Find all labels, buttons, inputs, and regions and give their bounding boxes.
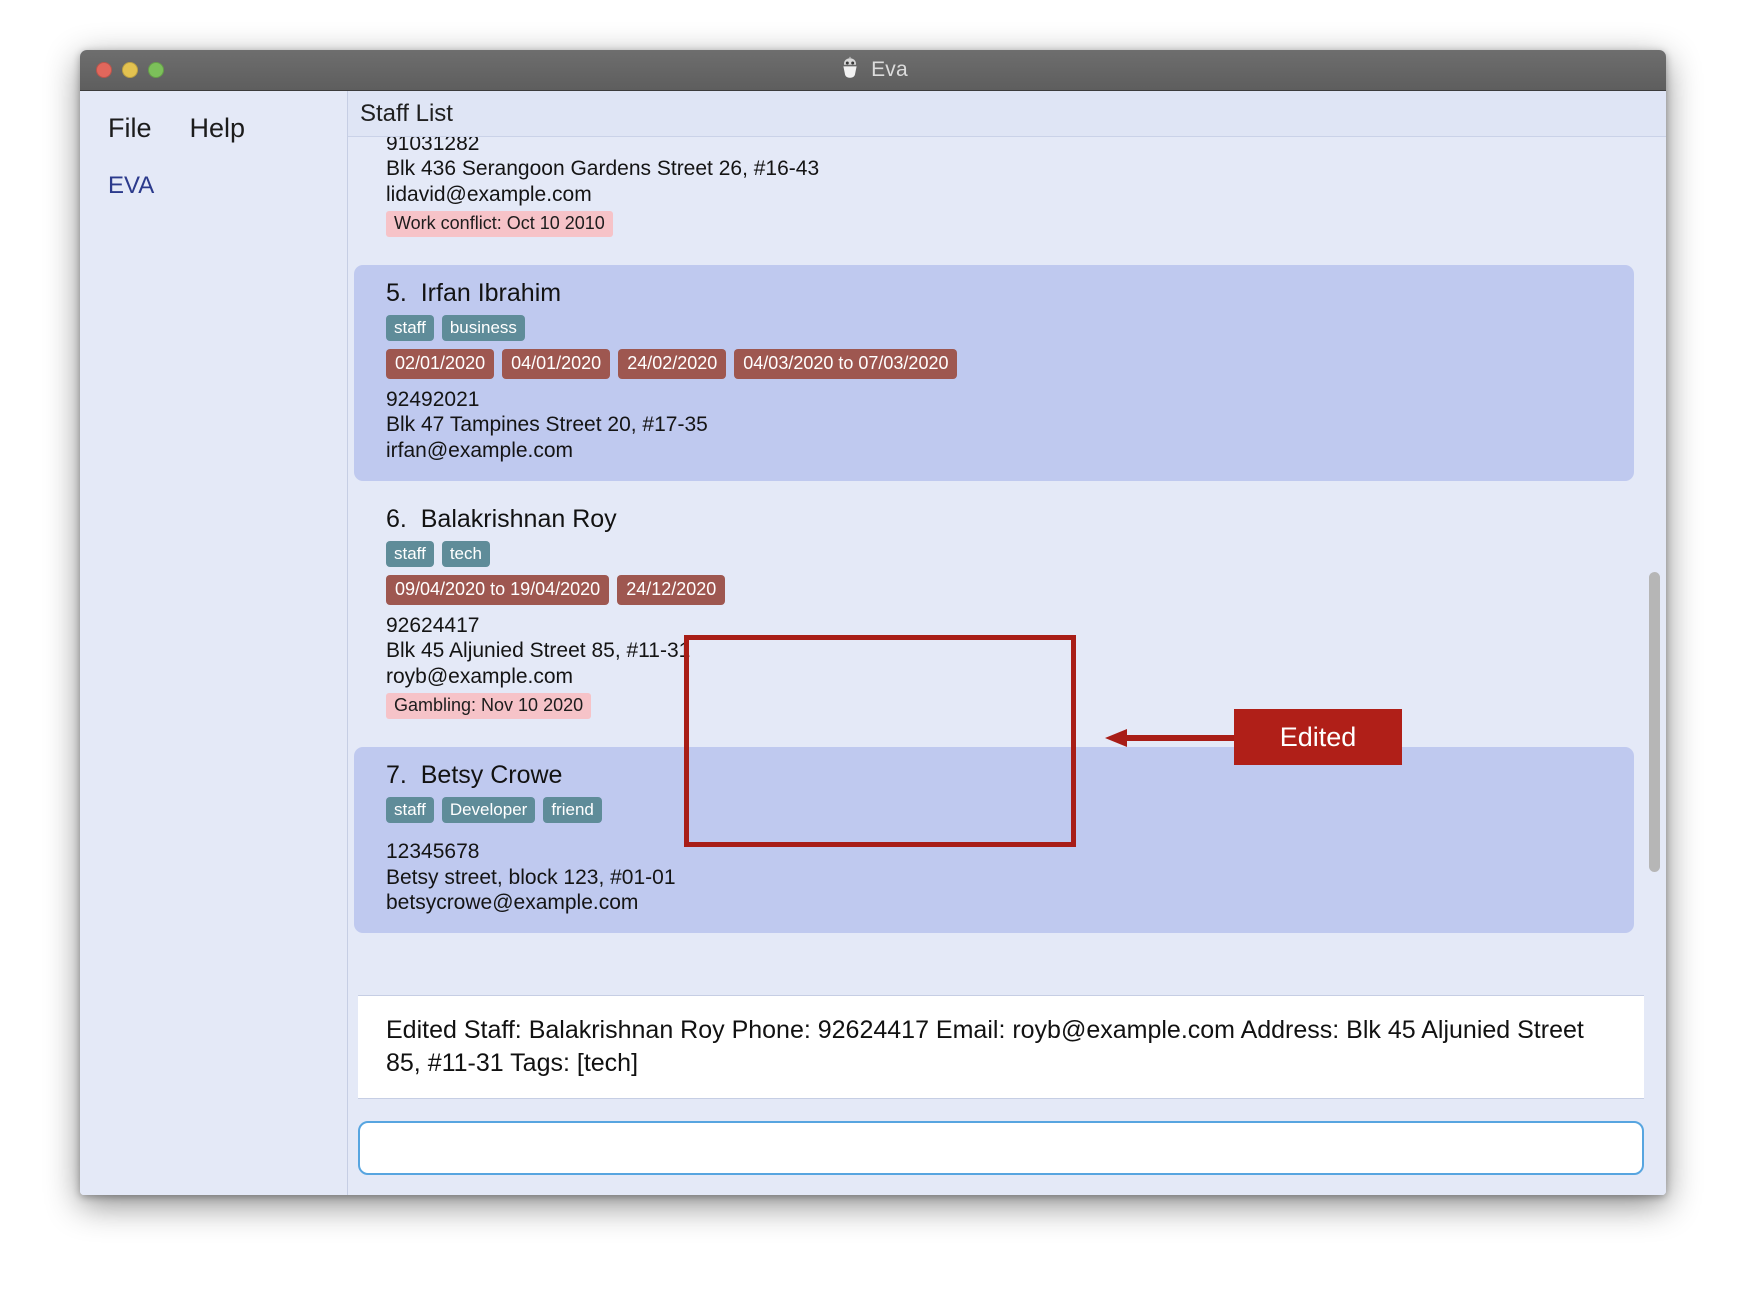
robot-icon xyxy=(838,56,862,85)
staff-card-title: 6. Balakrishnan Roy xyxy=(386,504,617,533)
staff-warning-chip: Work conflict: Oct 10 2010 xyxy=(386,210,613,237)
menu-bar: File Help xyxy=(80,113,347,144)
staff-date-chip[interactable]: 02/01/2020 xyxy=(386,349,495,379)
menu-item-file[interactable]: File xyxy=(108,113,152,144)
staff-list-header: Staff List xyxy=(348,91,1666,137)
title-bar: Eva xyxy=(80,50,1666,91)
edited-arrow-icon xyxy=(1105,729,1237,747)
staff-warning-chip: Gambling: Nov 10 2020 xyxy=(386,692,592,719)
menu-item-help[interactable]: Help xyxy=(190,113,246,144)
staff-phone: 12345678 xyxy=(386,840,480,864)
edited-callout-label: Edited xyxy=(1234,709,1402,765)
right-panel: Staff List staff tech 10/10/2020 to 12/1… xyxy=(348,91,1666,1195)
staff-card[interactable]: 5. Irfan Ibrahim staff business 02/01/20… xyxy=(354,264,1634,481)
staff-tag-row: staff Developer friend xyxy=(386,796,1634,824)
staff-tag[interactable]: staff xyxy=(386,314,434,342)
staff-date-row: 09/04/2020 to 19/04/2020 24/12/2020 xyxy=(386,575,1634,605)
staff-list-scroll-area[interactable]: staff tech 10/10/2020 to 12/10/2020 23/1… xyxy=(348,137,1666,995)
staff-email: royb@example.com xyxy=(386,664,574,688)
result-display-text: Edited Staff: Balakrishnan Roy Phone: 92… xyxy=(386,1016,1584,1077)
staff-date-row: 02/01/2020 04/01/2020 24/02/2020 04/03/2… xyxy=(386,349,1634,379)
staff-email: lidavid@example.com xyxy=(386,182,592,206)
staff-card-title: 5. Irfan Ibrahim xyxy=(386,278,562,307)
staff-address: Blk 47 Tampines Street 20, #17-35 xyxy=(386,413,708,437)
staff-list: staff tech 10/10/2020 to 12/10/2020 23/1… xyxy=(348,137,1666,943)
app-window: Eva File Help EVA Staff List 91031282 Bl… xyxy=(80,50,1666,1195)
left-panel: File Help EVA xyxy=(80,91,348,1195)
scrollbar-track[interactable] xyxy=(1649,137,1663,995)
staff-date-chip[interactable]: 04/01/2020 xyxy=(502,349,611,379)
staff-tag[interactable]: business xyxy=(441,314,525,342)
staff-tag[interactable]: Developer xyxy=(441,796,536,824)
staff-date-chip[interactable]: 24/12/2020 xyxy=(617,575,726,605)
staff-email: irfan@example.com xyxy=(386,438,574,462)
staff-phone: 91031282 xyxy=(386,137,480,155)
traffic-light-group xyxy=(96,62,164,78)
staff-tag[interactable]: staff xyxy=(386,796,434,824)
staff-date-chip[interactable]: 24/02/2020 xyxy=(618,349,727,379)
staff-address: Blk 45 Aljunied Street 85, #11-31 xyxy=(386,639,691,663)
window-title-group: Eva xyxy=(80,56,1666,85)
window-title: Eva xyxy=(871,58,908,81)
app-name-label: EVA xyxy=(108,172,155,199)
command-area xyxy=(348,1099,1666,1195)
window-body: File Help EVA Staff List staff tech xyxy=(80,91,1666,1195)
staff-phone: 92492021 xyxy=(386,387,480,411)
staff-tag[interactable]: tech xyxy=(441,540,490,568)
staff-date-chip[interactable]: 09/04/2020 to 19/04/2020 xyxy=(386,575,610,605)
maximize-window-button[interactable] xyxy=(148,62,164,78)
staff-list-title: Staff List xyxy=(360,99,453,127)
staff-card-title: 7. Betsy Crowe xyxy=(386,760,563,789)
command-input[interactable] xyxy=(358,1121,1644,1175)
staff-card[interactable]: 7. Betsy Crowe staff Developer friend 12… xyxy=(354,746,1634,934)
staff-tag-row: staff business xyxy=(386,314,1634,342)
staff-email: betsycrowe@example.com xyxy=(386,890,639,914)
staff-address: Blk 436 Serangoon Gardens Street 26, #16… xyxy=(386,157,820,181)
staff-card[interactable]: staff tech 10/10/2020 to 12/10/2020 23/1… xyxy=(354,137,1634,255)
staff-phone: 92624417 xyxy=(386,613,480,637)
staff-tag-row: staff tech xyxy=(386,540,1634,568)
staff-card[interactable]: 6. Balakrishnan Roy staff tech 09/04/202… xyxy=(354,490,1634,737)
close-window-button[interactable] xyxy=(96,62,112,78)
staff-address: Betsy street, block 123, #01-01 xyxy=(386,865,676,889)
staff-date-chip[interactable]: 04/03/2020 to 07/03/2020 xyxy=(734,349,958,379)
staff-tag[interactable]: staff xyxy=(386,540,434,568)
scrollbar-thumb[interactable] xyxy=(1649,572,1660,872)
staff-tag[interactable]: friend xyxy=(543,796,602,824)
result-display-box: Edited Staff: Balakrishnan Roy Phone: 92… xyxy=(358,995,1644,1099)
minimize-window-button[interactable] xyxy=(122,62,138,78)
